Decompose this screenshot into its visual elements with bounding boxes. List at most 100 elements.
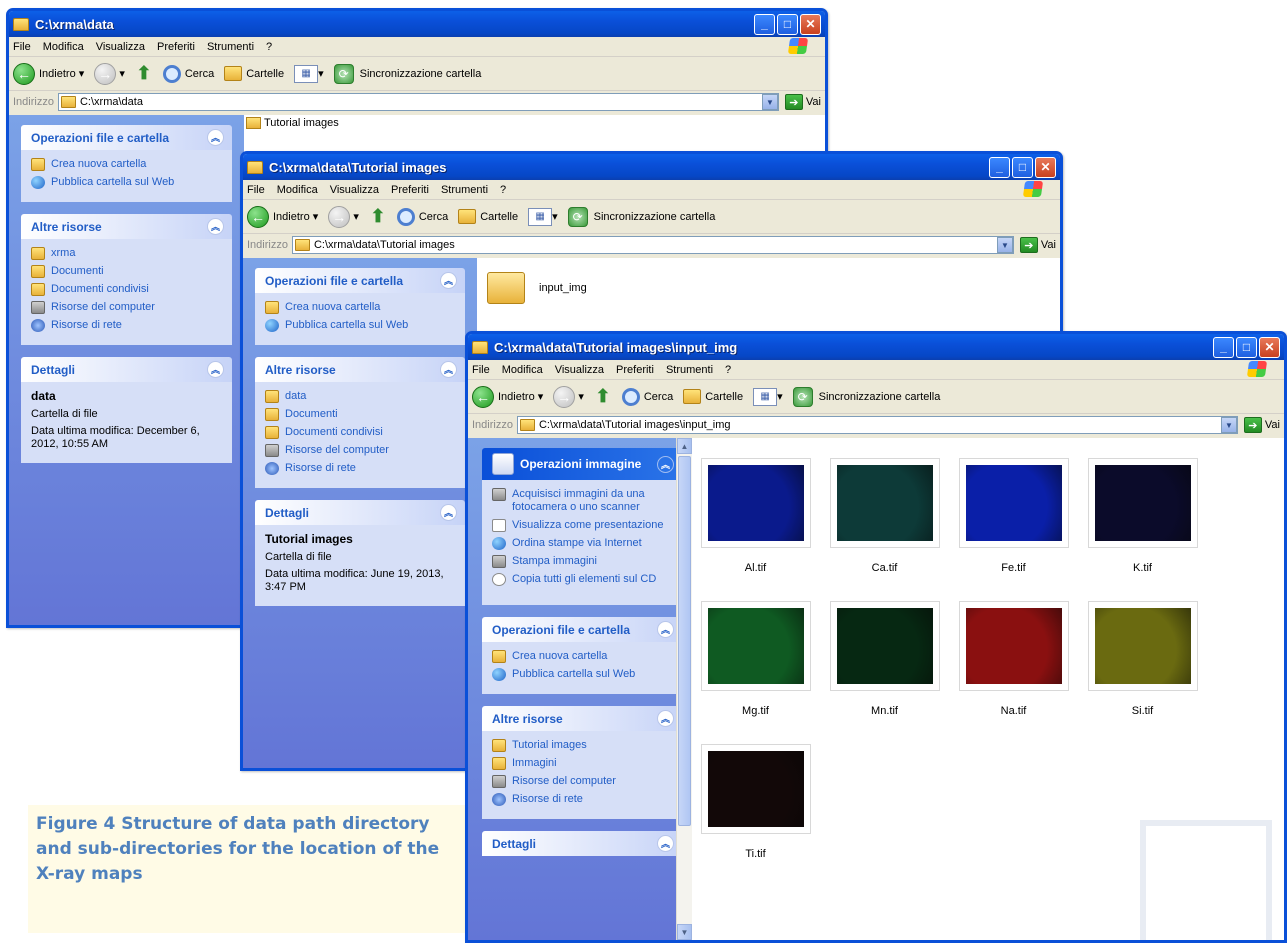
task-new-folder[interactable]: Crea nuova cartella bbox=[265, 301, 455, 314]
close-button[interactable]: ✕ bbox=[1259, 336, 1280, 358]
folder-item-tutorial-images[interactable]: Tutorial images bbox=[246, 117, 339, 129]
place-network[interactable]: Risorse di rete bbox=[265, 462, 455, 475]
task-publish-web[interactable]: Pubblica cartella sul Web bbox=[265, 319, 455, 332]
scroll-thumb[interactable] bbox=[678, 456, 691, 826]
title-bar[interactable]: C:\xrma\data\Tutorial images\input_img _… bbox=[468, 334, 1284, 360]
panel-header[interactable]: Dettagli ︽ bbox=[482, 831, 682, 856]
up-button[interactable]: ⬆ bbox=[594, 386, 612, 407]
place-my-computer[interactable]: Risorse del computer bbox=[31, 301, 222, 314]
panel-header[interactable]: Operazioni file e cartella ︽ bbox=[255, 268, 465, 293]
collapse-icon[interactable]: ︽ bbox=[657, 621, 674, 638]
collapse-icon[interactable]: ︽ bbox=[657, 710, 674, 727]
thumbnail-view[interactable]: Al.tif Ca.tif Fe.tif K.tif Mg.tif Mn.tif Na.ti… bbox=[692, 438, 1284, 940]
menu-visualizza[interactable]: Visualizza bbox=[555, 364, 604, 376]
panel-header[interactable]: Dettagli ︽ bbox=[255, 500, 465, 525]
menu-strumenti[interactable]: Strumenti bbox=[666, 364, 713, 376]
maximize-button[interactable]: □ bbox=[777, 13, 798, 35]
sync-button[interactable]: ⟳ Sincronizzazione cartella bbox=[333, 63, 481, 84]
task-new-folder[interactable]: Crea nuova cartella bbox=[31, 158, 222, 171]
search-button[interactable]: Cerca bbox=[621, 387, 673, 406]
collapse-icon[interactable]: ︽ bbox=[207, 218, 224, 235]
menu-strumenti[interactable]: Strumenti bbox=[207, 41, 254, 53]
sidebar-scrollbar[interactable]: ▲ ▼ bbox=[676, 438, 692, 940]
go-button[interactable]: ➔ Vai bbox=[1243, 417, 1280, 433]
menu-file[interactable]: File bbox=[472, 364, 490, 376]
thumbnail-item[interactable]: Ti.tif bbox=[698, 744, 813, 860]
place-pictures[interactable]: Immagini bbox=[492, 757, 672, 770]
thumbnail-item[interactable]: Al.tif bbox=[698, 458, 813, 574]
dropdown-arrow-icon[interactable]: ▼ bbox=[1220, 417, 1237, 433]
folders-button[interactable]: Cartelle bbox=[683, 389, 743, 404]
collapse-icon[interactable]: ︽ bbox=[207, 129, 224, 146]
scroll-down-icon[interactable]: ▼ bbox=[677, 924, 692, 940]
menu-modifica[interactable]: Modifica bbox=[502, 364, 543, 376]
forward-button[interactable]: → ▾ bbox=[553, 385, 584, 408]
folders-button[interactable]: Cartelle bbox=[458, 209, 518, 224]
menu-file[interactable]: File bbox=[247, 184, 265, 196]
thumbnail-item[interactable]: Na.tif bbox=[956, 601, 1071, 717]
task-publish-web[interactable]: Pubblica cartella sul Web bbox=[31, 176, 222, 189]
menu-file[interactable]: File bbox=[13, 41, 31, 53]
task-print-images[interactable]: Stampa immagini bbox=[492, 555, 672, 568]
menu-modifica[interactable]: Modifica bbox=[43, 41, 84, 53]
minimize-button[interactable]: _ bbox=[754, 13, 775, 35]
folders-button[interactable]: Cartelle bbox=[224, 66, 284, 81]
panel-header[interactable]: Dettagli ︽ bbox=[21, 357, 232, 382]
collapse-icon[interactable]: ︽ bbox=[440, 361, 457, 378]
maximize-button[interactable]: □ bbox=[1012, 156, 1033, 178]
dropdown-arrow-icon[interactable]: ▼ bbox=[761, 94, 778, 110]
search-button[interactable]: Cerca bbox=[396, 207, 448, 226]
thumbnail-item[interactable]: Mn.tif bbox=[827, 601, 942, 717]
place-network[interactable]: Risorse di rete bbox=[492, 793, 672, 806]
thumbnail-item[interactable]: Si.tif bbox=[1085, 601, 1200, 717]
thumbnail-item[interactable]: K.tif bbox=[1085, 458, 1200, 574]
title-bar[interactable]: C:\xrma\data\Tutorial images _ □ ✕ bbox=[243, 154, 1060, 180]
place-documents[interactable]: Documenti bbox=[265, 408, 455, 421]
search-button[interactable]: Cerca bbox=[162, 64, 214, 83]
back-button[interactable]: ← Indietro ▾ bbox=[13, 62, 84, 85]
place-data[interactable]: data bbox=[265, 390, 455, 403]
collapse-icon[interactable]: ︽ bbox=[657, 835, 674, 852]
views-button[interactable]: ▦ ▾ bbox=[294, 64, 324, 83]
thumbnail-item[interactable]: Mg.tif bbox=[698, 601, 813, 717]
address-input[interactable]: C:\xrma\data\Tutorial images ▼ bbox=[291, 236, 1014, 254]
task-publish-web[interactable]: Pubblica cartella sul Web bbox=[492, 668, 672, 681]
task-new-folder[interactable]: Crea nuova cartella bbox=[492, 650, 672, 663]
go-button[interactable]: ➔ Vai bbox=[1019, 237, 1056, 253]
panel-header[interactable]: Altre risorse ︽ bbox=[482, 706, 682, 731]
scroll-up-icon[interactable]: ▲ bbox=[677, 438, 692, 454]
up-button[interactable]: ⬆ bbox=[135, 63, 153, 84]
collapse-icon[interactable]: ︽ bbox=[440, 272, 457, 289]
place-shared-documents[interactable]: Documenti condivisi bbox=[31, 283, 222, 296]
minimize-button[interactable]: _ bbox=[1213, 336, 1234, 358]
task-copy-to-cd[interactable]: Copia tutti gli elementi sul CD bbox=[492, 573, 672, 586]
menu-strumenti[interactable]: Strumenti bbox=[441, 184, 488, 196]
place-network[interactable]: Risorse di rete bbox=[31, 319, 222, 332]
panel-header[interactable]: Altre risorse ︽ bbox=[21, 214, 232, 239]
go-button[interactable]: ➔ Vai bbox=[784, 94, 821, 110]
menu-preferiti[interactable]: Preferiti bbox=[616, 364, 654, 376]
menu-preferiti[interactable]: Preferiti bbox=[157, 41, 195, 53]
menu-help[interactable]: ? bbox=[500, 184, 506, 196]
forward-button[interactable]: → ▾ bbox=[328, 205, 359, 228]
collapse-icon[interactable]: ︽ bbox=[657, 455, 674, 473]
task-slideshow[interactable]: Visualizza come presentazione bbox=[492, 519, 672, 532]
up-button[interactable]: ⬆ bbox=[369, 206, 387, 227]
close-button[interactable]: ✕ bbox=[800, 13, 821, 35]
thumbnail-item[interactable]: Ca.tif bbox=[827, 458, 942, 574]
panel-header[interactable]: Operazioni immagine ︽ bbox=[482, 448, 682, 480]
place-my-computer[interactable]: Risorse del computer bbox=[265, 444, 455, 457]
folder-item-input-img[interactable]: input_img bbox=[487, 272, 587, 304]
place-tutorial-images[interactable]: Tutorial images bbox=[492, 739, 672, 752]
place-xrma[interactable]: xrma bbox=[31, 247, 222, 260]
place-shared-documents[interactable]: Documenti condivisi bbox=[265, 426, 455, 439]
maximize-button[interactable]: □ bbox=[1236, 336, 1257, 358]
address-input[interactable]: C:\xrma\data\Tutorial images\input_img ▼ bbox=[516, 416, 1238, 434]
task-order-prints[interactable]: Ordina stampe via Internet bbox=[492, 537, 672, 550]
panel-header[interactable]: Altre risorse ︽ bbox=[255, 357, 465, 382]
task-acquire-images[interactable]: Acquisisci immagini da una fotocamera o … bbox=[492, 488, 672, 514]
close-button[interactable]: ✕ bbox=[1035, 156, 1056, 178]
back-button[interactable]: ← Indietro ▾ bbox=[472, 385, 543, 408]
place-my-computer[interactable]: Risorse del computer bbox=[492, 775, 672, 788]
menu-modifica[interactable]: Modifica bbox=[277, 184, 318, 196]
